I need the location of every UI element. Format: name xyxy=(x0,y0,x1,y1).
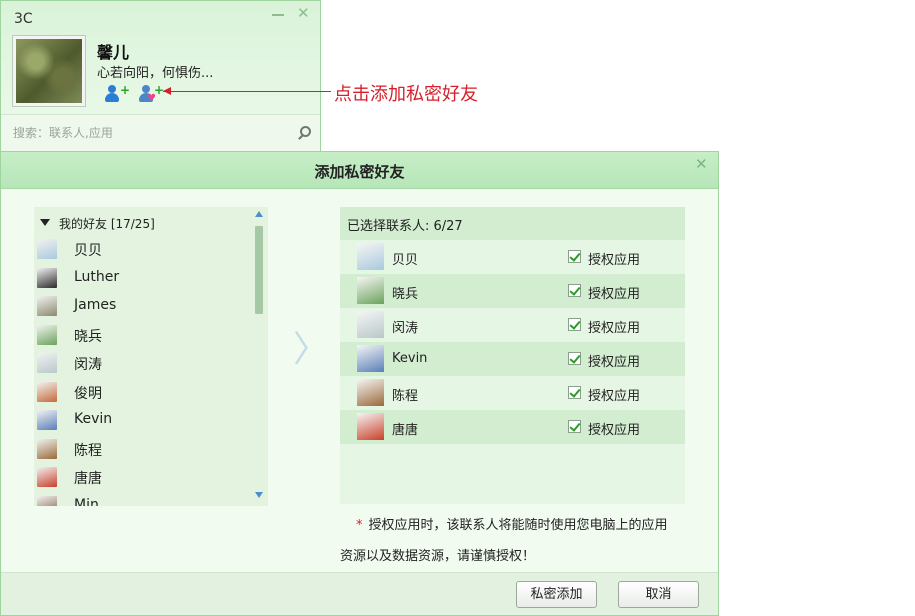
selected-contact-row[interactable]: 贝贝 授权应用 xyxy=(340,240,685,274)
minimize-icon[interactable] xyxy=(271,7,285,21)
friend-name: 晓兵 xyxy=(74,328,102,345)
friend-avatar xyxy=(37,495,57,506)
annotation-callout: 点击添加私密好友 xyxy=(334,84,478,105)
authorize-app-checkbox[interactable] xyxy=(568,420,581,433)
contact-name: 闵涛 xyxy=(392,321,419,336)
friend-item[interactable]: Kevin xyxy=(34,407,252,436)
friend-avatar xyxy=(37,410,57,430)
friend-list-scrollbar[interactable] xyxy=(253,209,265,502)
friend-item[interactable]: James xyxy=(34,293,252,322)
search-icon[interactable] xyxy=(297,126,311,140)
annotation-arrow-line xyxy=(163,91,331,92)
scroll-down-icon[interactable] xyxy=(255,492,263,498)
note-star: * xyxy=(356,518,363,533)
authorize-app-label: 授权应用 xyxy=(588,287,641,302)
friend-avatar xyxy=(37,296,57,316)
friend-name: Kevin xyxy=(74,411,113,427)
authorize-app-checkbox[interactable] xyxy=(568,386,581,399)
move-right-arrow-icon[interactable]: 〉 xyxy=(293,332,329,368)
authorize-app-label: 授权应用 xyxy=(588,389,641,404)
search-bar xyxy=(1,114,320,152)
note-text-line1: 授权应用时，该联系人将能随时使用您电脑上的应用 xyxy=(368,518,668,533)
friend-avatar xyxy=(37,324,57,345)
contact-name: 贝贝 xyxy=(392,253,419,268)
friend-avatar xyxy=(37,267,57,288)
friend-item[interactable]: 俊明 xyxy=(34,379,252,408)
friend-avatar xyxy=(37,239,57,259)
selected-contacts-header: 已选择联系人: 6/27 xyxy=(340,207,685,240)
private-add-button[interactable]: 私密添加 xyxy=(516,581,597,608)
signature[interactable]: 心若向阳，何惧伤... xyxy=(97,62,213,81)
friend-name: James xyxy=(74,297,117,313)
scroll-thumb[interactable] xyxy=(255,226,263,314)
window-title: 3C xyxy=(14,11,33,27)
contact-name: Kevin xyxy=(392,351,428,366)
selected-count-label: 已选择联系人: 6/27 xyxy=(347,219,463,234)
authorize-app-label: 授权应用 xyxy=(588,253,641,268)
friend-avatar xyxy=(37,438,57,459)
friend-item[interactable]: 陈程 xyxy=(34,436,252,465)
friend-item[interactable]: Luther xyxy=(34,265,252,294)
friend-item[interactable]: Min xyxy=(34,493,252,507)
friend-name: Luther xyxy=(74,268,120,285)
contact-name: 陈程 xyxy=(392,389,419,404)
selected-contacts-list: 贝贝 授权应用 晓兵 授权应用 闵涛 授权应用 Kevin 授权应用 陈程 授权应用 唐唐 授权应用 xyxy=(340,240,685,444)
friend-avatar xyxy=(37,353,57,373)
friend-name: 唐唐 xyxy=(74,471,102,487)
friend-name: 闵涛 xyxy=(74,357,102,373)
expand-arrow-icon xyxy=(40,219,50,226)
cancel-button[interactable]: 取消 xyxy=(618,581,699,608)
close-icon[interactable]: ✕ xyxy=(297,5,310,21)
contact-avatar xyxy=(357,379,384,406)
friend-name: 贝贝 xyxy=(74,243,102,259)
avatar[interactable] xyxy=(13,36,85,106)
authorize-app-checkbox[interactable] xyxy=(568,284,581,297)
selected-contact-row[interactable]: 闵涛 授权应用 xyxy=(340,308,685,342)
dialog-footer: 私密添加 取消 xyxy=(1,572,718,615)
friend-item[interactable]: 闵涛 xyxy=(34,350,252,379)
dialog-header: 添加私密好友 ✕ xyxy=(1,152,718,189)
scroll-up-icon[interactable] xyxy=(255,211,263,217)
main-panel-window: 3C ✕ 馨儿 心若向阳，何惧伤... + ♥ + xyxy=(0,0,321,153)
search-input[interactable] xyxy=(13,126,283,140)
friend-name: 俊明 xyxy=(74,385,102,402)
add-private-friend-icon[interactable]: ♥ + xyxy=(138,83,164,104)
selected-contacts-panel: 已选择联系人: 6/27 贝贝 授权应用 晓兵 授权应用 闵涛 授权应用 Kevin 授权应用… xyxy=(340,207,685,504)
dialog-close-icon[interactable]: ✕ xyxy=(695,155,708,173)
friend-name: 陈程 xyxy=(74,442,102,459)
authorize-app-label: 授权应用 xyxy=(588,355,641,370)
friend-name: Min xyxy=(74,496,99,507)
authorize-app-checkbox[interactable] xyxy=(568,318,581,331)
contact-avatar xyxy=(357,413,384,440)
annotation-arrow-head-icon xyxy=(163,87,171,95)
friend-avatar xyxy=(37,381,57,402)
contact-avatar xyxy=(357,277,384,304)
authorize-app-label: 授权应用 xyxy=(588,423,641,438)
contact-avatar xyxy=(357,311,384,338)
contact-avatar xyxy=(357,243,384,270)
authorize-app-checkbox[interactable] xyxy=(568,250,581,263)
friend-group-label: 我的好友 [17/25] xyxy=(59,217,155,231)
dialog-title: 添加私密好友 xyxy=(314,163,405,181)
contact-name: 唐唐 xyxy=(392,423,419,438)
authorize-app-checkbox[interactable] xyxy=(568,352,581,365)
selected-contact-row[interactable]: 唐唐 授权应用 xyxy=(340,410,685,444)
add-friend-icon[interactable]: + xyxy=(104,83,130,104)
selected-contact-row[interactable]: 陈程 授权应用 xyxy=(340,376,685,410)
authorize-app-label: 授权应用 xyxy=(588,321,641,336)
friend-item[interactable]: 唐唐 xyxy=(34,464,252,493)
add-private-friend-dialog: 添加私密好友 ✕ 我的好友 [17/25] 贝贝 Luther James 晓兵 闵涛俊… xyxy=(0,151,719,616)
friend-item[interactable]: 晓兵 xyxy=(34,322,252,351)
friend-list: 贝贝 Luther James 晓兵闵涛俊明 Kevin 陈程唐唐 Min xyxy=(34,236,252,506)
authorization-note: * 授权应用时，该联系人将能随时使用您电脑上的应用 xyxy=(356,514,668,533)
friend-item[interactable]: 贝贝 xyxy=(34,236,252,265)
contact-name: 晓兵 xyxy=(392,287,419,302)
contact-avatar xyxy=(357,345,384,372)
note-text-line2: 资源以及数据资源，请谨慎授权！ xyxy=(340,549,536,564)
selected-contact-row[interactable]: 晓兵 授权应用 xyxy=(340,274,685,308)
friend-avatar xyxy=(37,467,57,487)
selected-contact-row[interactable]: Kevin 授权应用 xyxy=(340,342,685,376)
nickname: 馨儿 xyxy=(97,43,130,62)
friend-tree-panel: 我的好友 [17/25] 贝贝 Luther James 晓兵闵涛俊明 Kevin 陈程唐… xyxy=(34,207,268,506)
